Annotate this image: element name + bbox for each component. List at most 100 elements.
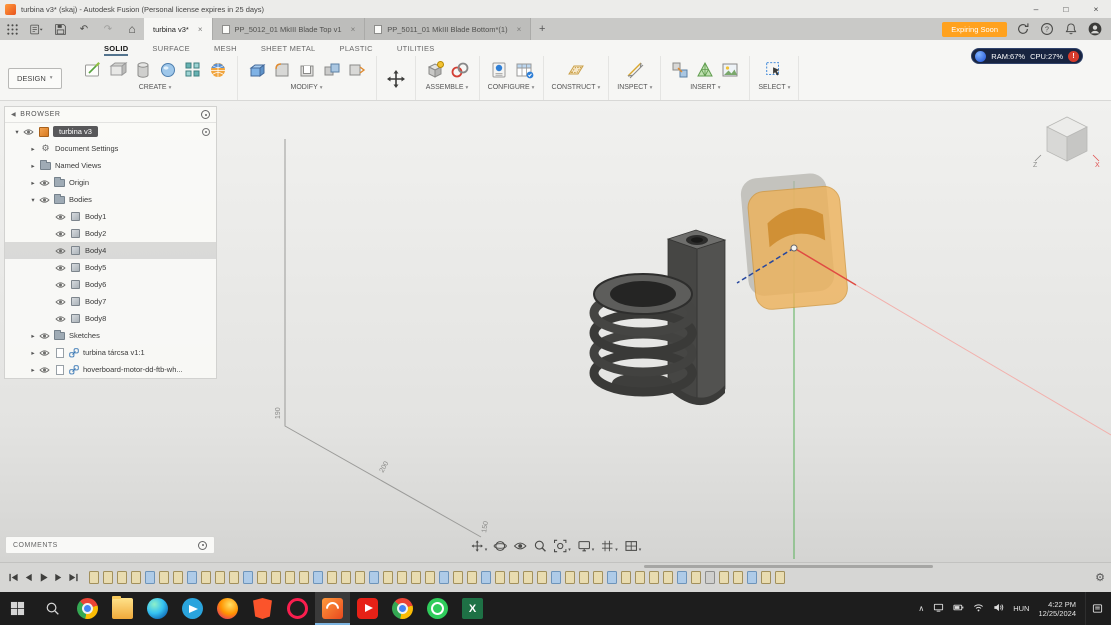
expand-arrow-icon[interactable]: ▾ — [11, 128, 23, 136]
tree-item-label[interactable]: Origin — [69, 178, 89, 187]
tray-battery-icon[interactable] — [953, 602, 964, 615]
fit-icon[interactable]: ▾ — [552, 539, 572, 556]
timeline-feature-icon[interactable] — [285, 571, 295, 584]
design-workspace-selector[interactable]: DESIGN ▾ — [8, 67, 62, 89]
taskbar-app-edge[interactable] — [140, 592, 175, 625]
visibility-eye-icon[interactable] — [39, 179, 53, 187]
create-sketch-icon[interactable] — [82, 59, 104, 81]
timeline-scrollbar[interactable] — [644, 565, 934, 568]
expand-arrow-icon[interactable]: ▸ — [27, 332, 39, 340]
tree-item-label[interactable]: Body2 — [85, 229, 106, 238]
new-component-icon[interactable] — [424, 59, 446, 81]
taskbar-app-opera[interactable] — [280, 592, 315, 625]
taskbar-app-search[interactable] — [35, 592, 70, 625]
timeline-feature-icon[interactable] — [733, 571, 743, 584]
expand-arrow-icon[interactable]: ▸ — [27, 179, 39, 187]
tree-item-label[interactable]: Body4 — [85, 246, 106, 255]
tree-item-label[interactable]: hoverboard-motor-dd-ftb-wh... — [83, 365, 183, 374]
ribbon-tab-solid[interactable]: SOLID — [104, 44, 129, 56]
taskbar-app-chrome-2[interactable] — [385, 592, 420, 625]
display-settings-icon[interactable]: ▾ — [576, 540, 596, 556]
replace-face-icon[interactable] — [346, 59, 368, 81]
help-icon[interactable]: ? — [1039, 21, 1055, 37]
panel-collapse-icon[interactable]: ◀ — [11, 111, 16, 118]
insert-mesh-icon[interactable] — [694, 59, 716, 81]
tree-item-body5[interactable]: Body5 — [5, 259, 216, 276]
expiring-soon-badge[interactable]: Expiring Soon — [942, 21, 1007, 37]
taskbar-app-brave[interactable] — [245, 592, 280, 625]
tree-item-origin[interactable]: ▸ Origin — [5, 174, 216, 191]
look-at-icon[interactable] — [512, 540, 528, 556]
expand-arrow-icon[interactable]: ▸ — [27, 162, 39, 170]
construction-plane-icon[interactable] — [565, 59, 587, 81]
insert-derive-icon[interactable] — [669, 59, 691, 81]
document-tab-pp-5012-01-mkiii-blade-top-v1[interactable]: PP_5012_01 MkIII Blade Top v1 × — [212, 18, 366, 40]
minimize-button[interactable]: – — [1021, 0, 1051, 18]
timeline-settings-icon[interactable]: ⚙ — [1095, 571, 1105, 584]
taskbar-app-whatsapp[interactable] — [420, 592, 455, 625]
visibility-eye-icon[interactable] — [23, 128, 37, 136]
tree-item-turbina-v3[interactable]: ▾ turbina v3 — [5, 123, 216, 140]
home-icon[interactable]: ⌂ — [120, 18, 144, 40]
timeline-step-back-button[interactable] — [21, 570, 36, 585]
timeline-play-button[interactable] — [36, 570, 51, 585]
tree-item-body8[interactable]: Body8 — [5, 310, 216, 327]
timeline-feature-icon[interactable] — [747, 571, 757, 584]
timeline-feature-icon[interactable] — [439, 571, 449, 584]
tray-expand-icon[interactable]: ∧ — [918, 604, 924, 613]
grid-settings-icon[interactable]: ▾ — [599, 540, 619, 556]
tree-item-turbina-t-rcsa-v1-1[interactable]: ▸ turbina tárcsa v1:1 — [5, 344, 216, 361]
timeline-feature-icon[interactable] — [649, 571, 659, 584]
timeline-feature-icon[interactable] — [131, 571, 141, 584]
expand-arrow-icon[interactable]: ▸ — [27, 349, 39, 357]
render-sphere-icon[interactable] — [207, 59, 229, 81]
document-tab-turbina-v3[interactable]: turbina v3* × — [144, 18, 213, 40]
tree-item-label[interactable]: turbina tárcsa v1:1 — [83, 348, 145, 357]
tree-item-label[interactable]: Body7 — [85, 297, 106, 306]
toolbar-group-label[interactable]: CONSTRUCT ▾ — [552, 84, 601, 91]
primitive-sphere-icon[interactable] — [157, 59, 179, 81]
tree-item-label[interactable]: turbina v3 — [53, 126, 98, 137]
timeline-feature-icon[interactable] — [397, 571, 407, 584]
tree-item-label[interactable]: Named Views — [55, 161, 101, 170]
notifications-bell-icon[interactable] — [1063, 21, 1079, 37]
timeline-feature-icon[interactable] — [117, 571, 127, 584]
timeline-feature-icon[interactable] — [383, 571, 393, 584]
timeline-feature-icon[interactable] — [635, 571, 645, 584]
visibility-eye-icon[interactable] — [39, 196, 53, 204]
toolbar-group-label[interactable]: SELECT ▾ — [758, 84, 790, 91]
app-grid-icon[interactable] — [0, 18, 24, 40]
select-icon[interactable] — [763, 59, 785, 81]
visibility-eye-icon[interactable] — [39, 366, 53, 374]
timeline-feature-icon[interactable] — [327, 571, 337, 584]
taskbar-app-youtube[interactable] — [350, 592, 385, 625]
performance-monitor[interactable]: RAM:67% CPU:27% ! — [971, 48, 1083, 64]
comments-target-icon[interactable] — [198, 540, 207, 550]
ribbon-tab-plastic[interactable]: PLASTIC — [340, 44, 373, 56]
taskbar-app-fusion[interactable] — [315, 592, 350, 625]
construction-section[interactable] — [740, 171, 849, 311]
combine-icon[interactable] — [321, 59, 343, 81]
job-status-icon[interactable] — [1015, 21, 1031, 37]
shell-icon[interactable] — [296, 59, 318, 81]
visibility-eye-icon[interactable] — [55, 315, 69, 323]
timeline-feature-icon[interactable] — [369, 571, 379, 584]
timeline-feature-icon[interactable] — [565, 571, 575, 584]
timeline-feature-icon[interactable] — [607, 571, 617, 584]
orbit-icon[interactable] — [492, 540, 508, 556]
tree-item-label[interactable]: Body5 — [85, 263, 106, 272]
ribbon-tab-surface[interactable]: SURFACE — [152, 44, 190, 56]
taskbar-clock[interactable]: 4:22 PM 12/25/2024 — [1038, 600, 1076, 618]
timeline-feature-icon[interactable] — [551, 571, 561, 584]
timeline-feature-icon[interactable] — [215, 571, 225, 584]
taskbar-app-telegram[interactable] — [175, 592, 210, 625]
tab-close-icon[interactable]: × — [198, 25, 203, 34]
tree-item-label[interactable]: Sketches — [69, 331, 100, 340]
pan-icon[interactable]: ▾ — [469, 540, 489, 556]
tree-item-hoverboard-motor-dd-ftb-wh[interactable]: ▸ hoverboard-motor-dd-ftb-wh... — [5, 361, 216, 378]
toolbar-group-label[interactable]: CREATE ▾ — [139, 84, 172, 91]
config-table-icon[interactable] — [513, 59, 535, 81]
tray-display-icon[interactable] — [933, 602, 944, 615]
taskbar-app-file-explorer[interactable] — [105, 592, 140, 625]
timeline-feature-icon[interactable] — [467, 571, 477, 584]
